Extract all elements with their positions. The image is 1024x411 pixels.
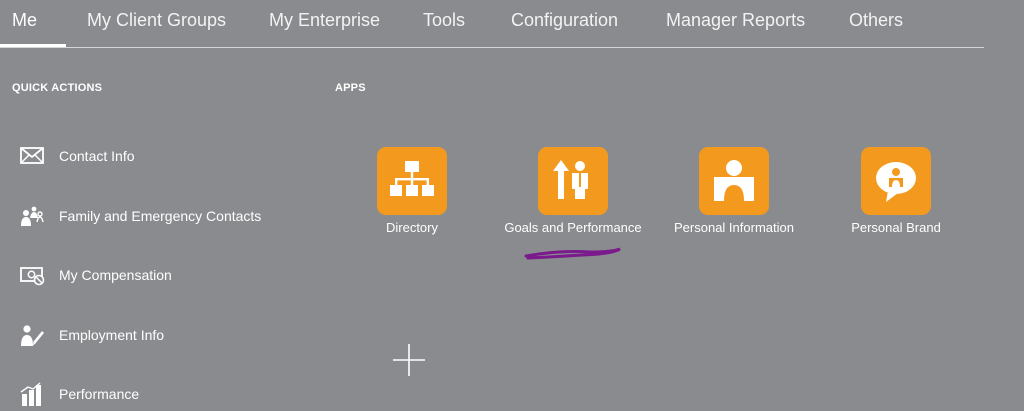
tab-others[interactable]: Others — [849, 10, 903, 31]
envelope-icon — [18, 144, 46, 168]
tab-me[interactable]: Me — [12, 10, 37, 31]
person-edit-icon — [18, 323, 46, 347]
tab-manager-reports[interactable]: Manager Reports — [666, 10, 805, 31]
app-tile — [377, 147, 447, 215]
annotation-underline — [524, 247, 621, 260]
quick-action-label: My Compensation — [59, 267, 172, 283]
quick-action-employment-info[interactable]: Employment Info — [18, 321, 318, 351]
app-tile — [861, 147, 931, 215]
quick-actions-heading: QUICK ACTIONS — [12, 82, 103, 94]
tab-my-enterprise[interactable]: My Enterprise — [269, 10, 380, 31]
tab-my-client-groups[interactable]: My Client Groups — [87, 10, 226, 31]
app-tile — [699, 147, 769, 215]
app-label: Goals and Performance — [504, 220, 642, 235]
app-label: Directory — [385, 220, 438, 235]
top-navigation: Me My Client Groups My Enterprise Tools … — [0, 0, 984, 48]
app-label: Personal Brand — [851, 220, 941, 235]
quick-action-contact-info[interactable]: Contact Info — [18, 142, 318, 172]
quick-action-family-emergency-contacts[interactable]: Family and Emergency Contacts — [18, 202, 318, 232]
app-personal-brand[interactable]: Personal Brand — [825, 147, 965, 267]
add-plus-icon[interactable] — [391, 342, 427, 378]
quick-action-label: Employment Info — [59, 327, 165, 343]
quick-action-label: Family and Emergency Contacts — [59, 208, 262, 224]
nav-divider — [0, 47, 984, 48]
bar-chart-icon — [18, 382, 46, 406]
money-icon — [18, 263, 46, 287]
app-directory[interactable]: Directory — [341, 147, 481, 267]
quick-action-label: Contact Info — [59, 148, 135, 164]
app-personal-information[interactable]: Personal Information — [663, 147, 803, 267]
quick-action-performance[interactable]: Performance — [18, 380, 318, 410]
quick-action-my-compensation[interactable]: My Compensation — [18, 261, 318, 291]
tab-configuration[interactable]: Configuration — [511, 10, 618, 31]
tab-tools[interactable]: Tools — [423, 10, 465, 31]
app-tile — [538, 147, 608, 215]
app-label: Personal Information — [674, 220, 794, 235]
apps-heading: APPS — [335, 82, 366, 94]
people-icon — [18, 204, 46, 228]
